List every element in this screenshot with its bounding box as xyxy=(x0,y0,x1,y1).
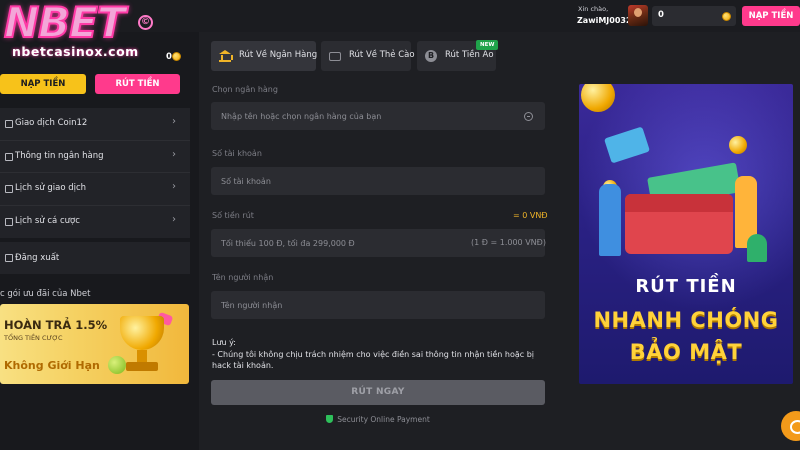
history-icon xyxy=(5,185,13,193)
trophy-icon xyxy=(108,311,178,380)
balance-display: 0 xyxy=(652,6,736,26)
chevron-right-icon: › xyxy=(172,181,176,192)
deposit-button[interactable]: NẠP TIỀN xyxy=(742,6,800,26)
security-label: Security Online Payment xyxy=(337,415,430,424)
chevron-right-icon: › xyxy=(172,148,176,160)
promo-limit: Không Giới Hạn xyxy=(4,359,100,372)
sidebar-item-bet-history[interactable]: Lịch sử cá cược › xyxy=(0,206,190,239)
dropdown-icon[interactable] xyxy=(524,112,533,121)
username[interactable]: ZawiMJ0032 xyxy=(577,16,632,25)
sidebar: 0 NẠP TIỀN RÚT TIỀN Giao dịch Coin12 › T… xyxy=(0,32,190,450)
logo-registered-mark: © xyxy=(138,15,153,30)
promo-card[interactable]: HOÀN TRẢ 1.5% TỔNG TIỀN CƯỢC Không Giới … xyxy=(0,304,189,384)
sidebar-withdraw-button[interactable]: RÚT TIỀN xyxy=(95,74,180,94)
logout-icon xyxy=(5,254,13,262)
tab-card-withdraw[interactable]: Rút Về Thẻ Cào xyxy=(321,41,415,71)
sidebar-item-coin-transactions[interactable]: Giao dịch Coin12 › xyxy=(0,108,190,141)
bitcoin-icon: B xyxy=(425,50,437,62)
person-illustration xyxy=(599,184,621,256)
promo-subtitle: TỔNG TIỀN CƯỢC xyxy=(4,334,63,342)
sidebar-item-label: Giao dịch Coin12 xyxy=(15,118,88,128)
promo-section-title: c gói ưu đãi của Nbet xyxy=(0,289,91,299)
exchange-rate-hint: (1 Đ = 1.000 VNĐ) xyxy=(471,238,546,247)
account-number-input[interactable] xyxy=(211,167,545,195)
tab-bank-withdraw[interactable]: Rút Về Ngân Hàng xyxy=(211,41,318,71)
note-text: - Chúng tôi không chịu trách nhiệm cho v… xyxy=(212,350,535,370)
note-title: Lưu ý: xyxy=(212,338,236,347)
withdraw-promo-banner: RÚT TIỀN NHANH CHÓNG BẢO MẬT xyxy=(579,84,793,384)
coin-icon xyxy=(172,52,181,61)
amount-label: Số tiền rút xyxy=(212,211,254,220)
logout-button[interactable]: Đăng xuất xyxy=(0,242,190,274)
chevron-right-icon: › xyxy=(172,116,176,127)
tab-label: Rút Về Thẻ Cào xyxy=(349,50,415,60)
security-note: Security Online Payment xyxy=(199,415,557,424)
banner-line-2: NHANH CHÓNG xyxy=(593,308,779,332)
recipient-label: Tên người nhận xyxy=(212,273,274,282)
exchange-icon xyxy=(5,120,13,128)
recipient-name-input[interactable] xyxy=(211,291,545,319)
balance-value: 0 xyxy=(658,10,664,20)
sidebar-item-label: Lịch sử cá cược xyxy=(15,215,80,226)
shield-icon xyxy=(326,415,334,423)
banner-line-1: RÚT TIỀN xyxy=(635,276,737,297)
new-badge: NEW xyxy=(476,40,499,50)
bank-card-icon xyxy=(5,152,13,161)
sidebar-item-bank-info[interactable]: Thông tin ngân hàng › xyxy=(0,141,190,173)
sidebar-item-transaction-history[interactable]: Lịch sử giao dịch › xyxy=(0,173,190,206)
promo-headline: HOÀN TRẢ 1.5% xyxy=(4,318,108,332)
amount-converted-value: = 0 VNĐ xyxy=(513,211,548,220)
logout-label: Đăng xuất xyxy=(15,253,60,263)
avatar[interactable] xyxy=(628,5,648,26)
coin-decoration xyxy=(729,136,747,154)
sidebar-item-label: Lịch sử giao dịch xyxy=(15,183,87,193)
tab-label: Rút Về Ngân Hàng xyxy=(239,50,318,60)
withdraw-submit-button[interactable]: RÚT NGAY xyxy=(211,380,545,405)
tab-label: Rút Tiền Ảo xyxy=(445,50,494,60)
account-label: Số tài khoản xyxy=(212,149,262,158)
coin-icon xyxy=(722,12,731,21)
bank-icon xyxy=(219,50,233,62)
chevron-right-icon: › xyxy=(172,213,176,225)
greeting-text: Xin chào, xyxy=(578,5,609,13)
account-menu: Giao dịch Coin12 › Thông tin ngân hàng ›… xyxy=(0,108,190,238)
sidebar-deposit-button[interactable]: NẠP TIỀN xyxy=(0,74,86,94)
card-icon xyxy=(329,52,341,61)
sidebar-item-label: Thông tin ngân hàng xyxy=(15,150,104,161)
banner-line-3: BẢO MẬT xyxy=(629,340,743,364)
bet-history-icon xyxy=(5,217,13,226)
plant-illustration xyxy=(747,234,767,262)
bank-label: Chọn ngân hàng xyxy=(212,85,278,94)
bank-select-input[interactable] xyxy=(211,102,545,130)
